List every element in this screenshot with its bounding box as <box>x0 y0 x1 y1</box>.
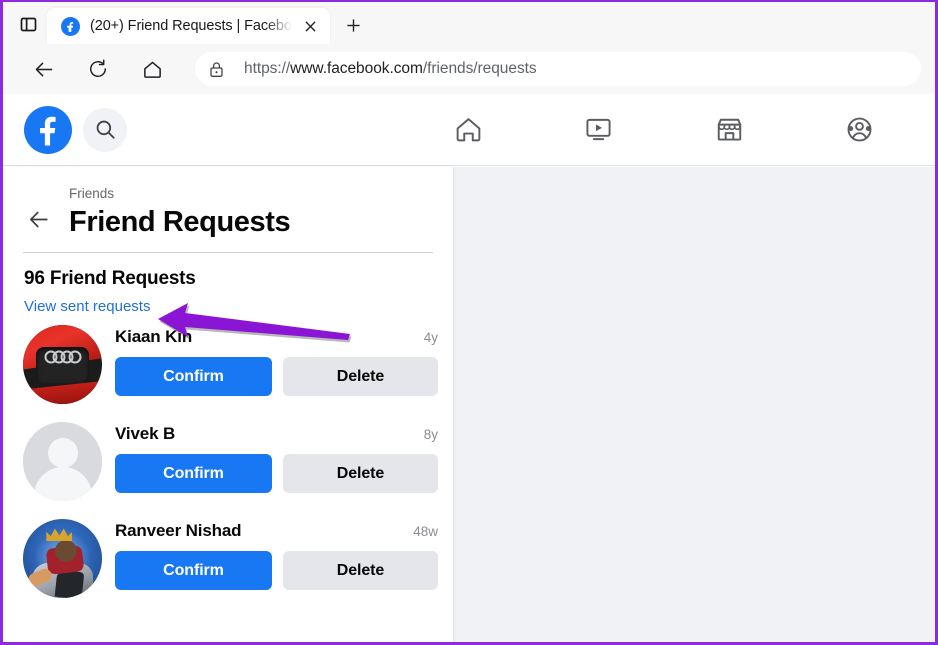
tab-strip: (20+) Friend Requests | Facebook <box>3 2 935 44</box>
url-text: https://www.facebook.com/friends/request… <box>244 60 537 78</box>
request-timestamp: 48w <box>405 524 438 539</box>
request-name-line: Kiaan Kin 4y <box>115 327 438 347</box>
request-details: Kiaan Kin 4y Confirm Delete <box>115 325 438 396</box>
back-arrow-icon[interactable] <box>25 50 63 88</box>
friend-request-row: Ranveer Nishad 48w Confirm Delete <box>3 519 453 598</box>
nav-home[interactable] <box>432 103 504 157</box>
vertical-tabs-icon[interactable] <box>9 7 47 41</box>
friend-request-row: Vivek B 8y Confirm Delete <box>3 422 453 501</box>
screenshot-root: (20+) Friend Requests | Facebook <box>0 0 938 645</box>
friend-requests-panel: Friends Friend Requests 96 Friend Reques… <box>3 167 453 642</box>
king-character-avatar[interactable] <box>23 519 102 598</box>
panel-header: Friends Friend Requests <box>3 167 453 239</box>
nav-marketplace[interactable] <box>693 103 765 157</box>
request-action-buttons: Confirm Delete <box>115 551 438 590</box>
delete-button[interactable]: Delete <box>283 551 438 590</box>
home-icon[interactable] <box>133 50 171 88</box>
delete-button[interactable]: Delete <box>283 454 438 493</box>
nav-watch[interactable] <box>563 103 635 157</box>
delete-button[interactable]: Delete <box>283 357 438 396</box>
address-bar[interactable]: https://www.facebook.com/friends/request… <box>195 52 921 86</box>
facebook-logo-icon[interactable] <box>24 106 72 154</box>
request-timestamp: 4y <box>416 330 438 345</box>
request-details: Vivek B 8y Confirm Delete <box>115 422 438 493</box>
facebook-nav-items <box>403 94 935 165</box>
view-sent-requests-link[interactable]: View sent requests <box>3 290 150 315</box>
confirm-button[interactable]: Confirm <box>115 454 272 493</box>
confirm-button[interactable]: Confirm <box>115 551 272 590</box>
reload-icon[interactable] <box>79 50 117 88</box>
search-icon[interactable] <box>83 108 127 152</box>
url-scheme: https:// <box>244 60 290 77</box>
page-body: Friends Friend Requests 96 Friend Reques… <box>3 167 935 642</box>
request-name-line: Ranveer Nishad 48w <box>115 521 438 541</box>
friend-request-row: Kiaan Kin 4y Confirm Delete <box>3 325 453 404</box>
facebook-top-navbar <box>3 94 935 166</box>
requester-name[interactable]: Ranveer Nishad <box>115 521 241 541</box>
close-icon[interactable] <box>298 14 322 38</box>
nav-groups[interactable] <box>824 103 896 157</box>
requester-name[interactable]: Kiaan Kin <box>115 327 192 347</box>
friend-request-list: Kiaan Kin 4y Confirm Delete <box>3 325 453 598</box>
breadcrumb[interactable]: Friends <box>69 185 290 203</box>
page-title: Friend Requests <box>69 205 290 239</box>
lock-icon <box>209 61 224 78</box>
request-action-buttons: Confirm Delete <box>115 357 438 396</box>
request-name-line: Vivek B 8y <box>115 424 438 444</box>
confirm-button[interactable]: Confirm <box>115 357 272 396</box>
url-host: www.facebook.com <box>290 60 423 77</box>
requests-count-label: 96 Friend Requests <box>3 253 453 290</box>
browser-tab[interactable]: (20+) Friend Requests | Facebook <box>47 8 330 44</box>
panel-back-arrow-icon[interactable] <box>23 203 55 235</box>
header-texts: Friends Friend Requests <box>69 185 290 239</box>
new-tab-button[interactable] <box>336 8 370 42</box>
car-photo-avatar[interactable] <box>23 325 102 404</box>
request-action-buttons: Confirm Delete <box>115 454 438 493</box>
browser-toolbar: https://www.facebook.com/friends/request… <box>3 44 935 94</box>
facebook-favicon <box>61 17 80 36</box>
default-person-avatar[interactable] <box>23 422 102 501</box>
tab-title: (20+) Friend Requests | Facebook <box>90 18 294 34</box>
url-path: /friends/requests <box>423 60 537 77</box>
request-timestamp: 8y <box>416 427 438 442</box>
request-details: Ranveer Nishad 48w Confirm Delete <box>115 519 438 590</box>
requester-name[interactable]: Vivek B <box>115 424 175 444</box>
browser-chrome: (20+) Friend Requests | Facebook <box>3 2 935 94</box>
